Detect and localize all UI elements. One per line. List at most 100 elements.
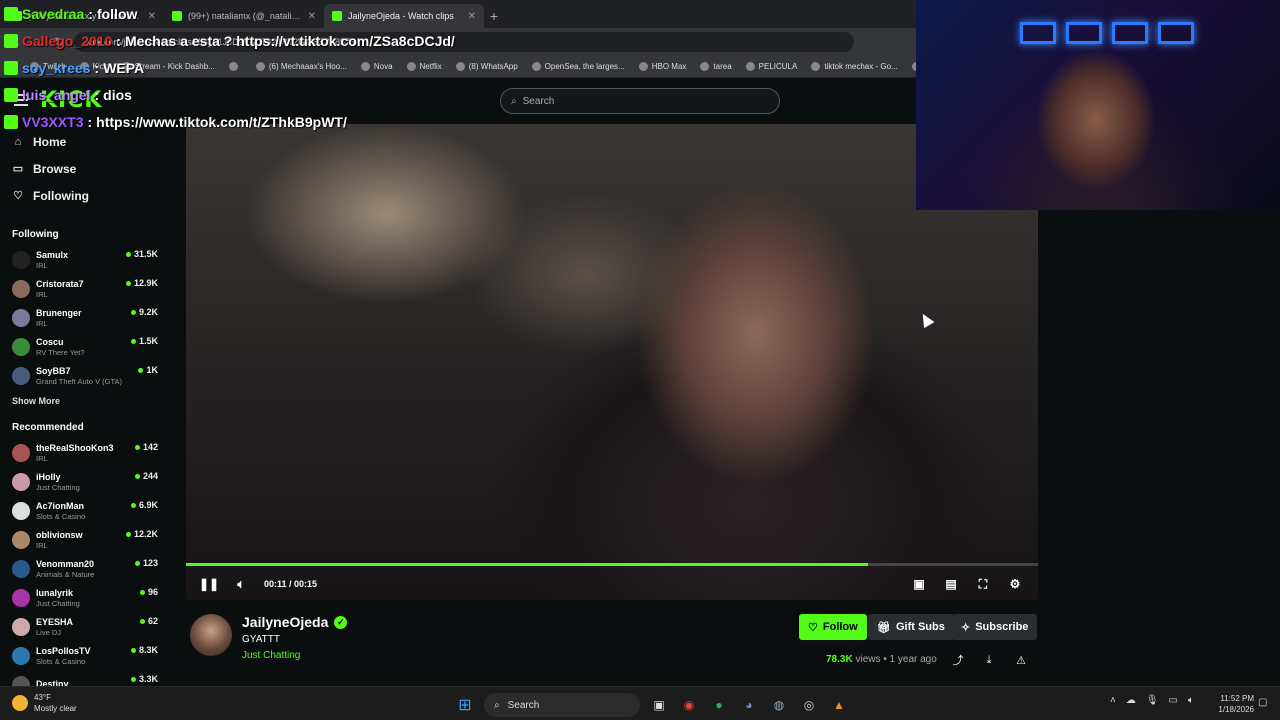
bookmark-item[interactable]: PELICULA: [745, 62, 797, 71]
live-dot-icon: [139, 589, 145, 595]
channel-avatar: [12, 675, 30, 686]
follow-label: Follow: [822, 621, 858, 633]
channel-avatar: [12, 337, 30, 356]
chat-separator: :: [116, 32, 121, 49]
channel-item[interactable]: iHolly Just Chatting 244: [0, 467, 170, 496]
video-player[interactable]: ❚❚ 🔈︎ 00:11 / 00:15 ▣ ▤ ⛶ ⚙: [186, 124, 1038, 600]
chat-message: Gallego_2010 : Mechas a esta ? https://v…: [4, 27, 524, 54]
discord-icon[interactable]: ◕: [738, 694, 760, 716]
clip-stats: 78.3K views • 1 year ago: [826, 654, 937, 665]
bookmark-item[interactable]: HBO Max: [638, 62, 686, 71]
live-dot-icon: [134, 473, 140, 479]
follow-button[interactable]: ♡ Follow: [799, 614, 867, 640]
bookmark-item[interactable]: tarea: [700, 62, 732, 71]
current-time: 00:11: [264, 579, 287, 589]
progress-bar[interactable]: [186, 563, 1038, 566]
speaker-icon[interactable]: 🔈︎: [1188, 695, 1194, 706]
settings-icon[interactable]: ⚙: [1006, 575, 1024, 593]
bookmark-icon: [811, 62, 821, 71]
channel-avatar: [12, 308, 30, 327]
bookmark-label: tiktok mechax - Go...: [824, 62, 898, 71]
channel-avatar: [12, 279, 30, 298]
neon-light-icon: [1020, 22, 1056, 44]
gift-subs-button[interactable]: 🎁︎ Gift Subs: [868, 614, 954, 640]
channel-item[interactable]: EYESHA Live DJ 62: [0, 612, 170, 641]
channel-item[interactable]: theRealShooKon3 IRL 142: [0, 438, 170, 467]
live-dot-icon: [139, 618, 145, 624]
channel-item[interactable]: Samulx IRL 31.5K: [0, 245, 170, 274]
sidebar-item-browse[interactable]: ▭ Browse: [0, 155, 170, 182]
channel-avatar: [12, 559, 30, 578]
chat-username: Gallego_2010: [22, 32, 113, 49]
spotify-icon[interactable]: ●: [708, 694, 730, 716]
chat-text: Mechas a esta ? https://vt.tiktok.com/ZS…: [124, 32, 455, 49]
chrome-icon[interactable]: ◉: [678, 694, 700, 716]
chat-message: VV3XXT3 : https://www.tiktok.com/t/ZThkB…: [4, 108, 524, 135]
app-icon[interactable]: ▲: [828, 694, 850, 716]
clip-category[interactable]: Just Chatting: [242, 650, 300, 661]
channel-avatar: [12, 250, 30, 269]
channel-item[interactable]: Ac7ionMan Slots & Casino 6.9K: [0, 496, 170, 525]
channel-name[interactable]: JailyneOjeda: [242, 614, 328, 630]
channel-item[interactable]: Coscu RV There Yet? 1.5K: [0, 332, 170, 361]
windows-start-icon[interactable]: ⊞: [454, 694, 476, 716]
network-icon[interactable]: ▭: [1169, 695, 1178, 706]
onedrive-icon[interactable]: ☁: [1126, 695, 1136, 706]
system-tray: ˄ ☁ 🎙︎ ▭ 🔈︎: [1110, 695, 1194, 706]
channel-item[interactable]: Cristorata7 IRL 12.9K: [0, 274, 170, 303]
weather-widget[interactable]: 43°F Mostly clear: [12, 692, 77, 714]
viewer-count: 96: [139, 587, 158, 597]
channel-avatar[interactable]: [190, 614, 232, 656]
volume-icon[interactable]: 🔈︎: [232, 575, 250, 593]
live-dot-icon: [130, 676, 136, 682]
live-dot-icon: [130, 647, 136, 653]
search-box[interactable]: ⌕: [500, 88, 780, 114]
clock[interactable]: 11:52 PM 1/18/2026: [1210, 693, 1254, 715]
channel-item[interactable]: Venomman20 Animals & Nature 123: [0, 554, 170, 583]
bookmark-icon: [745, 62, 755, 71]
live-dot-icon: [130, 309, 136, 315]
chat-badge-icon: [4, 114, 18, 129]
channel-item[interactable]: Brunenger IRL 9.2K: [0, 303, 170, 332]
chat-username: Savedraa: [22, 5, 85, 22]
share-icon[interactable]: ⤴: [950, 652, 966, 668]
channel-item[interactable]: lunalyrik Just Chatting 96: [0, 583, 170, 612]
viewer-count: 12.2K: [125, 529, 158, 539]
viewer-count-value: 123: [142, 558, 158, 568]
bookmark-item[interactable]: tiktok mechax - Go...: [811, 62, 898, 71]
channel-item[interactable]: oblivionsw IRL 12.2K: [0, 525, 170, 554]
task-view-icon[interactable]: ▣: [648, 694, 670, 716]
viewer-count-value: 244: [142, 471, 158, 481]
show-more-button[interactable]: Show More: [0, 390, 170, 412]
clock-date: 1/18/2026: [1218, 705, 1254, 714]
report-icon[interactable]: ⚠: [1013, 652, 1029, 668]
view-count: 78.3K: [826, 654, 853, 665]
miniplayer-icon[interactable]: ▣: [910, 575, 928, 593]
bookmark-item[interactable]: OpenSea, the larges...: [531, 62, 625, 71]
clip-title: GYATTT: [242, 634, 280, 645]
steam-icon[interactable]: ◍: [768, 694, 790, 716]
obs-icon[interactable]: ◎: [798, 694, 820, 716]
viewer-count-value: 1.5K: [138, 336, 158, 346]
pause-icon[interactable]: ❚❚: [199, 575, 219, 593]
taskbar-search[interactable]: ⌕ Search: [484, 693, 640, 717]
chevron-up-icon[interactable]: ˄: [1110, 695, 1116, 706]
channel-item[interactable]: SoyBB7 Grand Theft Auto V (GTA) 1K: [0, 361, 170, 390]
viewer-count: 244: [134, 471, 158, 481]
fullscreen-icon[interactable]: ⛶: [974, 575, 992, 593]
gift-label: Gift Subs: [895, 621, 945, 633]
search-icon: ⌕: [494, 699, 500, 711]
notification-icon[interactable]: ▢: [1258, 697, 1270, 709]
channel-item[interactable]: LosPollosTV Slots & Casino 8.3K: [0, 641, 170, 670]
search-input[interactable]: [522, 95, 753, 107]
channel-avatar: [12, 366, 30, 385]
chat-separator: :: [94, 86, 100, 103]
channel-item[interactable]: Destiny 3.3K: [0, 670, 170, 686]
theater-mode-icon[interactable]: ▤: [942, 575, 960, 593]
download-icon[interactable]: ⤓: [981, 652, 997, 668]
microphone-icon[interactable]: 🎙︎: [1146, 695, 1159, 706]
channel-category: RV There Yet?: [36, 347, 85, 357]
viewer-count-value: 1K: [146, 365, 158, 375]
subscribe-button[interactable]: ✧ Subscribe: [952, 614, 1038, 640]
sidebar-item-following[interactable]: ♡ Following: [0, 182, 170, 209]
